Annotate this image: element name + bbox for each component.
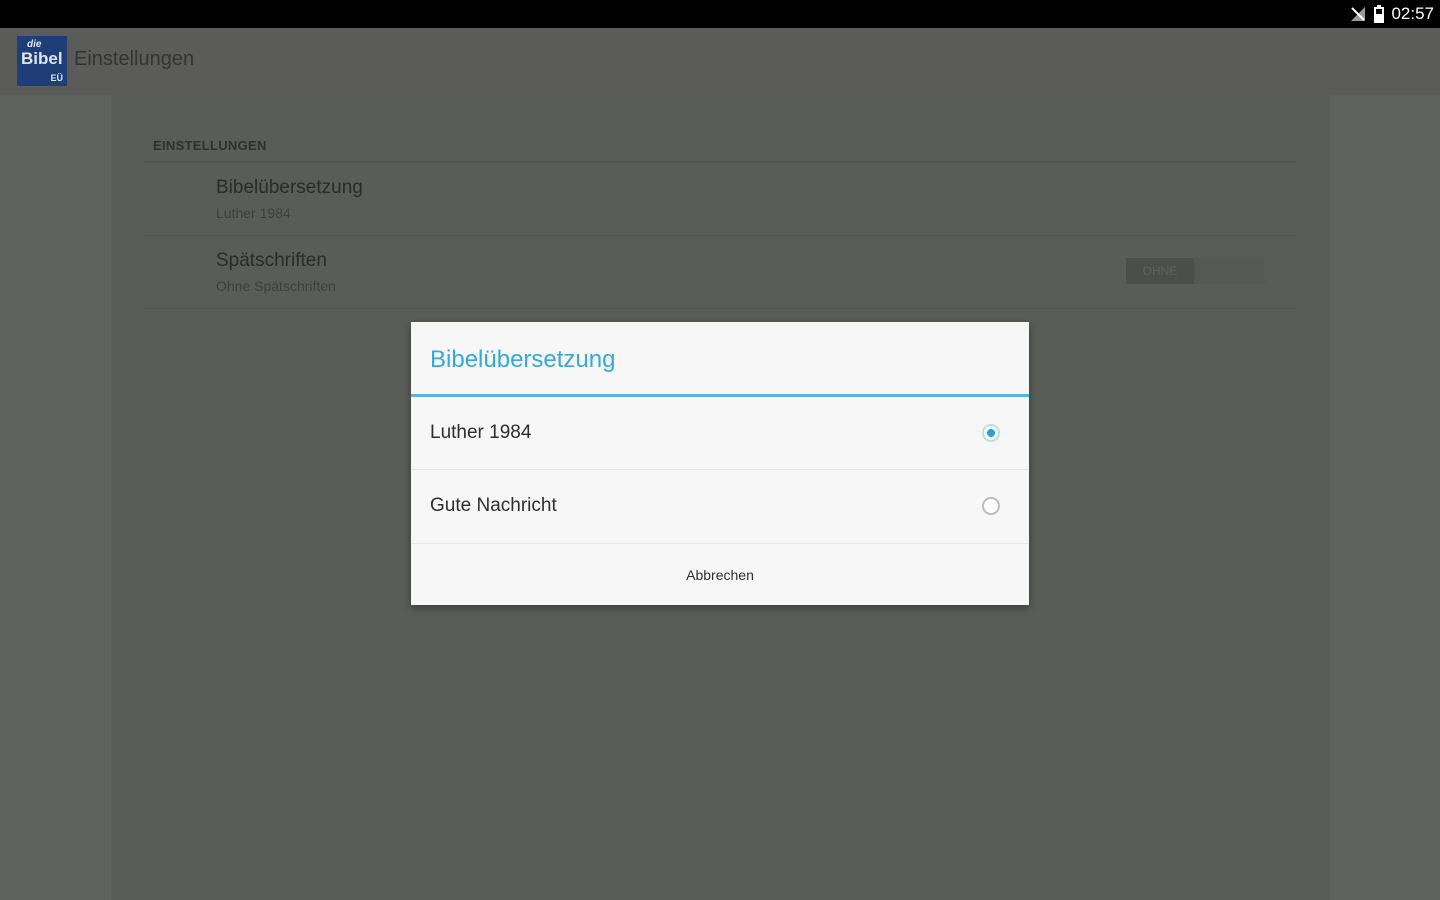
pref-summary: Ohne Spätschriften xyxy=(216,278,336,294)
logo-text-eu: EÜ xyxy=(50,73,63,83)
translation-dialog: Bibelübersetzung Luther 1984 Gute Nachri… xyxy=(411,322,1029,605)
page-title: Einstellungen xyxy=(74,48,195,70)
signal-off-icon xyxy=(1351,7,1366,21)
section-header: EINSTELLUNGEN xyxy=(153,138,267,153)
status-bar: 02:57 xyxy=(0,0,1440,28)
radio-unchecked-icon[interactable] xyxy=(982,497,1000,515)
option-label: Gute Nachricht xyxy=(430,495,557,516)
status-icons: 02:57 xyxy=(1349,0,1434,28)
option-gute-nachricht[interactable]: Gute Nachricht xyxy=(411,470,1029,542)
dialog-title: Bibelübersetzung xyxy=(430,346,616,373)
action-bar: die Bibel EÜ Einstellungen xyxy=(0,28,1440,95)
app-logo[interactable]: die Bibel EÜ xyxy=(17,36,67,86)
option-luther-1984[interactable]: Luther 1984 xyxy=(411,397,1029,469)
pref-title: Spätschriften xyxy=(216,250,327,271)
pref-bibeluebersetzung[interactable]: Bibelübersetzung Luther 1984 xyxy=(144,163,1296,236)
cancel-button[interactable]: Abbrechen xyxy=(411,544,1029,605)
pref-spaetschriften[interactable]: Spätschriften Ohne Spätschriften OHNE xyxy=(144,236,1296,309)
spaetschriften-toggle[interactable]: OHNE xyxy=(1126,258,1265,284)
option-label: Luther 1984 xyxy=(430,422,532,443)
pref-title: Bibelübersetzung xyxy=(216,177,363,198)
logo-text-bibel: Bibel xyxy=(21,49,63,68)
status-time: 02:57 xyxy=(1391,4,1434,23)
radio-checked-icon[interactable] xyxy=(982,424,1000,442)
row-divider xyxy=(144,308,1296,309)
pref-summary: Luther 1984 xyxy=(216,205,291,221)
toggle-thumb: OHNE xyxy=(1126,258,1194,284)
battery-icon xyxy=(1374,5,1385,23)
